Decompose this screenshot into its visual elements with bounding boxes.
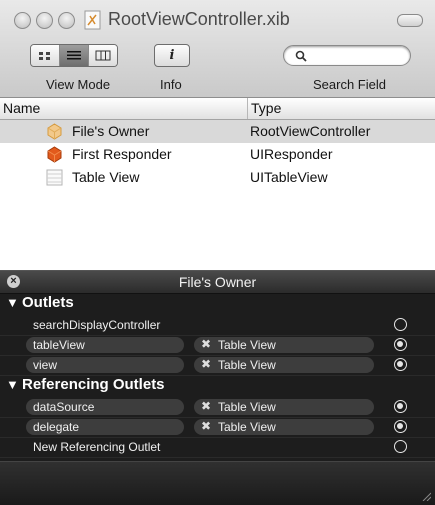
connections-inspector-panel: × File's Owner ▼ Outlets searchDisplayCo… [0,270,435,505]
column-divider[interactable] [247,98,248,119]
table-row[interactable]: First Responder UIResponder [0,143,435,166]
list-icon [67,51,81,60]
referencing-outlet-row[interactable]: New Referencing Outlet [0,437,435,458]
first-responder-icon [47,146,62,163]
title-bar: RootViewController.xib i View Mode Info … [0,0,435,98]
icon-view-button[interactable] [31,45,60,66]
panel-title: File's Owner [178,274,257,290]
table-header: Name Type [0,98,435,120]
outlets-section-header[interactable]: ▼ Outlets [0,294,435,313]
info-button[interactable]: i [154,44,190,67]
connection-circle-icon[interactable] [394,420,407,433]
connection-target: Table View [218,358,276,372]
referencing-outlet-row[interactable]: delegate ✖ Table View [0,417,435,438]
row-name: File's Owner [72,123,150,139]
referencing-outlet-row[interactable]: dataSource ✖ Table View [0,397,435,418]
minimize-window-button[interactable] [36,12,53,29]
outlet-name: dataSource [33,400,95,414]
outlet-name: searchDisplayController [33,318,161,332]
table-row[interactable]: File's Owner RootViewController [0,120,435,143]
row-name: Table View [72,169,140,185]
xib-window: RootViewController.xib i View Mode Info … [0,0,435,505]
connection-pill[interactable]: ✖ Table View [194,357,374,373]
disconnect-icon[interactable]: ✖ [201,399,211,413]
connection-pill[interactable]: ✖ Table View [194,337,374,353]
view-mode-control[interactable] [30,44,118,67]
referencing-outlets-section-header[interactable]: ▼ Referencing Outlets [0,376,435,395]
disconnect-icon[interactable]: ✖ [201,419,211,433]
outlet-name: delegate [33,420,80,434]
files-owner-icon [47,123,62,140]
outlet-row[interactable]: view ✖ Table View [0,355,435,376]
outlet-name: view [33,358,58,372]
connection-target: Table View [218,338,276,352]
close-window-button[interactable] [14,12,31,29]
zoom-window-button[interactable] [58,12,75,29]
view-mode-label: View Mode [46,77,111,92]
columns-icon [95,50,111,61]
row-type: RootViewController [250,123,371,139]
disconnect-icon[interactable]: ✖ [201,357,211,371]
list-view-button[interactable] [60,45,89,66]
disclosure-triangle-icon[interactable]: ▼ [6,377,19,392]
column-view-button[interactable] [89,45,117,66]
row-name: First Responder [72,146,172,162]
outlets-heading: Outlets [22,294,74,311]
panel-footer [0,461,435,505]
connection-circle-icon[interactable] [394,440,407,453]
connection-target: Table View [218,400,276,414]
row-type: UIResponder [250,146,333,162]
row-type: UITableView [250,169,328,185]
disclosure-triangle-icon[interactable]: ▼ [6,295,19,310]
table-row[interactable]: Table View UITableView [0,166,435,189]
info-icon: i [169,48,175,63]
outlet-row[interactable]: tableView ✖ Table View [0,335,435,356]
outlet-name: New Referencing Outlet [33,440,161,454]
panel-title-bar: × File's Owner [0,271,435,294]
icon-grid-icon [39,51,50,60]
xib-document-icon[interactable] [84,10,101,30]
connection-pill[interactable]: ✖ Table View [194,399,374,415]
connection-circle-icon[interactable] [394,318,407,331]
outlet-name: tableView [33,338,85,352]
disconnect-icon[interactable]: ✖ [201,337,211,351]
connection-circle-icon[interactable] [394,400,407,413]
connection-circle-icon[interactable] [394,338,407,351]
table-view-icon [46,169,63,186]
toolbar-toggle-button[interactable] [397,14,423,27]
resize-grip-icon[interactable] [421,491,431,501]
window-title: RootViewController.xib [108,9,290,29]
column-header-name[interactable]: Name [3,100,40,116]
search-field-label: Search Field [313,77,386,92]
outlet-row[interactable]: searchDisplayController [0,315,435,336]
referencing-outlets-heading: Referencing Outlets [22,376,165,393]
connection-pill[interactable]: ✖ Table View [194,419,374,435]
column-header-type[interactable]: Type [251,100,281,116]
connection-circle-icon[interactable] [394,358,407,371]
info-label: Info [160,77,182,92]
search-icon [295,50,307,62]
connection-target: Table View [218,420,276,434]
